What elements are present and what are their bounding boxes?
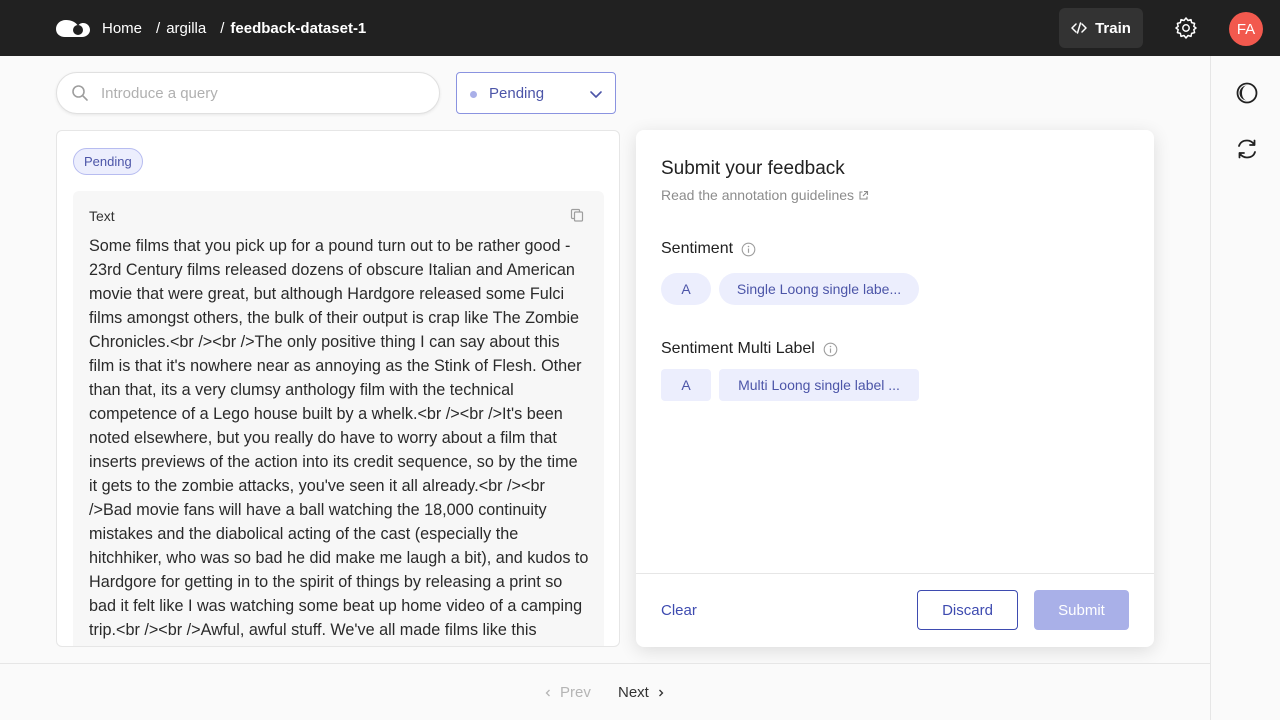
right-sidebar — [1210, 56, 1280, 720]
argilla-logo-icon[interactable] — [56, 18, 90, 38]
chevron-down-icon — [590, 91, 602, 98]
copy-icon[interactable] — [570, 208, 584, 222]
breadcrumb: Home / argilla / feedback-dataset-1 — [102, 0, 366, 56]
avatar[interactable]: FA — [1229, 12, 1263, 46]
text-field: Text Some films that you pick up for a p… — [73, 191, 604, 646]
guidelines-panel-icon[interactable] — [1235, 81, 1259, 105]
question-title-label: Sentiment — [661, 240, 734, 257]
chevron-left-icon — [545, 689, 550, 696]
breadcrumb-separator: / — [156, 19, 161, 37]
train-button-label: Train — [1095, 19, 1131, 37]
guidelines-link-label: Read the annotation guidelines — [661, 187, 855, 203]
pagination: Prev Next — [0, 663, 1210, 720]
status-filter-dropdown[interactable]: Pending — [456, 72, 616, 114]
info-icon[interactable] — [741, 242, 756, 257]
breadcrumb-home[interactable]: Home — [102, 20, 142, 37]
search-bar — [56, 72, 440, 114]
chevron-right-icon — [658, 689, 664, 696]
multi-label-option-a[interactable]: A — [661, 369, 711, 401]
breadcrumb-separator: / — [220, 19, 225, 37]
clear-button[interactable]: Clear — [661, 602, 697, 619]
gear-icon[interactable] — [1174, 16, 1198, 40]
prev-label: Prev — [560, 684, 591, 701]
sentiment-option-long[interactable]: Single Loong single labe... — [719, 273, 919, 305]
status-dot-icon — [470, 91, 477, 98]
feedback-title: Submit your feedback — [661, 158, 845, 179]
question-sentiment-multi-title: Sentiment Multi Label — [661, 340, 838, 358]
sentiment-option-a[interactable]: A — [661, 273, 711, 305]
record-text: Some films that you pick up for a pound … — [89, 237, 589, 639]
refresh-icon[interactable] — [1235, 137, 1259, 161]
prev-button[interactable]: Prev — [544, 684, 591, 701]
breadcrumb-dataset: feedback-dataset-1 — [230, 19, 367, 37]
external-link-icon — [859, 190, 869, 200]
feedback-footer: Clear Discard Submit — [636, 573, 1154, 647]
multi-label-option-long[interactable]: Multi Loong single label ... — [719, 369, 919, 401]
submit-button[interactable]: Submit — [1034, 590, 1129, 630]
record-card: Pending Text Some films that you pick up… — [56, 130, 620, 647]
question-title-label: Sentiment Multi Label — [661, 340, 815, 357]
top-bar: Home / argilla / feedback-dataset-1 Trai… — [0, 0, 1280, 56]
guidelines-link[interactable]: Read the annotation guidelines — [661, 187, 869, 203]
breadcrumb-workspace[interactable]: argilla — [166, 20, 206, 37]
search-icon — [72, 85, 88, 101]
code-icon — [1071, 22, 1087, 34]
info-icon[interactable] — [823, 342, 838, 357]
question-sentiment-title: Sentiment — [661, 240, 756, 258]
status-badge: Pending — [73, 148, 143, 175]
search-input[interactable] — [101, 81, 421, 105]
next-label: Next — [618, 684, 649, 701]
discard-button[interactable]: Discard — [917, 590, 1018, 630]
feedback-panel: Submit your feedback Read the annotation… — [636, 130, 1154, 647]
status-filter-value: Pending — [489, 85, 545, 102]
next-button[interactable]: Next — [618, 684, 665, 701]
train-button[interactable]: Train — [1059, 8, 1143, 48]
field-title: Text — [89, 208, 115, 224]
